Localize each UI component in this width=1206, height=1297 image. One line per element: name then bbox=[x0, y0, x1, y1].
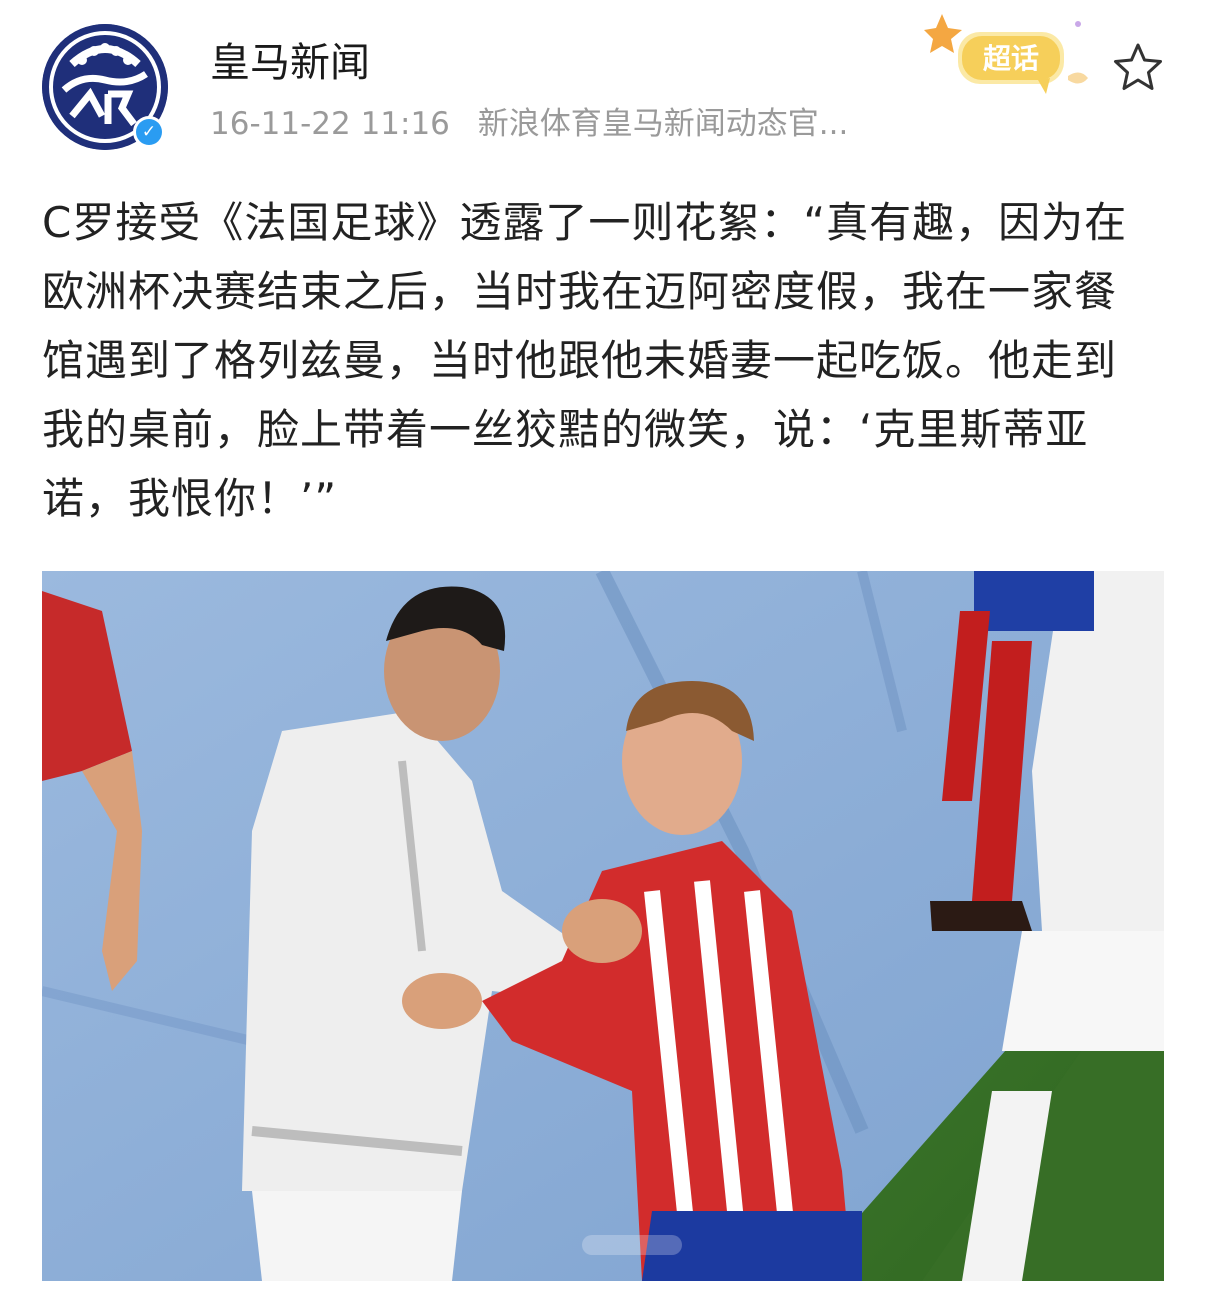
post-image[interactable] bbox=[42, 571, 1164, 1281]
post-source[interactable]: 新浪体育皇马新闻动态官... bbox=[478, 106, 849, 142]
verified-badge: ✓ bbox=[133, 116, 165, 148]
post-text: C罗接受《法国足球》透露了一则花絮：“真有趣，因为在欧洲杯决赛结束之后，当时我在… bbox=[42, 198, 1128, 523]
star-icon bbox=[1114, 43, 1162, 90]
account-name[interactable]: 皇马新闻 bbox=[210, 38, 370, 88]
favorite-button[interactable] bbox=[1110, 40, 1166, 96]
supertopic-badge[interactable]: 超话 bbox=[918, 10, 1100, 102]
football-players-photo bbox=[42, 571, 1164, 1281]
verified-icon: ✓ bbox=[136, 119, 162, 145]
supertopic-badge-icon: 超话 bbox=[924, 14, 1088, 94]
supertopic-label: 超话 bbox=[983, 42, 1039, 75]
post-timestamp: 16-11-22 11:16 bbox=[210, 106, 450, 142]
post-meta: 16-11-22 11:16 新浪体育皇马新闻动态官... bbox=[210, 104, 848, 144]
